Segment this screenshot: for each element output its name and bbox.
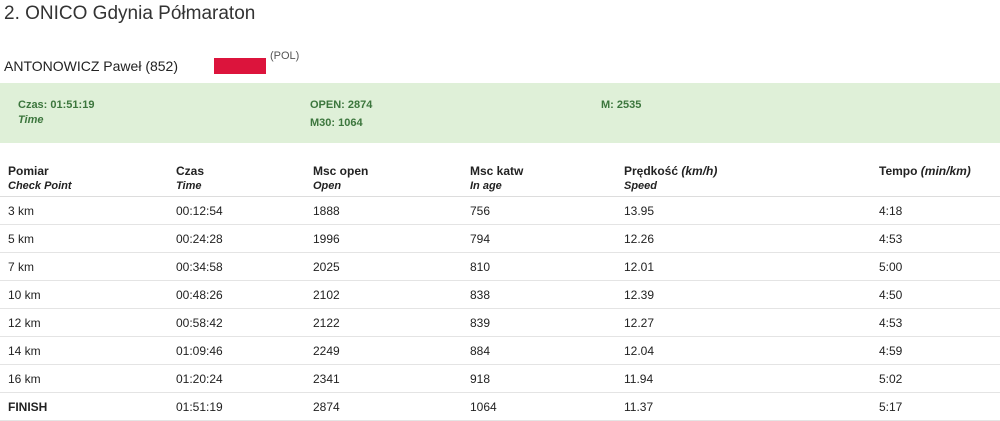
cell-time: 00:24:28	[168, 224, 305, 253]
summary-time-sub: Time	[18, 114, 44, 126]
cell-pace: 4:18	[871, 196, 1000, 225]
header-pace: Tempo (min/km)	[871, 162, 1000, 197]
cell-checkpoint: 7 km	[0, 252, 168, 281]
cell-speed: 12.26	[616, 224, 871, 253]
cell-checkpoint: 3 km	[0, 196, 168, 225]
cell-pace: 4:50	[871, 280, 1000, 309]
table-row: 5 km 00:24:28 1996 794 12.26 4:53	[0, 224, 1000, 253]
cell-pace: 4:53	[871, 224, 1000, 253]
table-row: 12 km 00:58:42 2122 839 12.27 4:53	[0, 308, 1000, 337]
cell-age-place: 918	[462, 364, 616, 393]
table-header-row: Pomiar Check Point Czas Time Msc open Open …	[0, 162, 1000, 197]
cell-pace: 4:53	[871, 308, 1000, 337]
athlete-name: ANTONOWICZ Paweł (852)	[4, 58, 178, 74]
cell-age-place: 884	[462, 336, 616, 365]
cell-pace: 5:17	[871, 392, 1000, 421]
table-row: 16 km 01:20:24 2341 918 11.94 5:02	[0, 364, 1000, 393]
cell-speed: 12.27	[616, 308, 871, 337]
cell-checkpoint: 5 km	[0, 224, 168, 253]
cell-speed: 11.94	[616, 364, 871, 393]
header-checkpoint: Pomiar Check Point	[0, 162, 168, 197]
cell-checkpoint: 10 km	[0, 280, 168, 309]
table-row: 10 km 00:48:26 2102 838 12.39 4:50	[0, 280, 1000, 309]
cell-age-place: 810	[462, 252, 616, 281]
country-flag	[214, 58, 266, 74]
cell-open-place: 1888	[305, 196, 462, 225]
summary-m30: M30: 1064	[310, 117, 363, 129]
header-age-place: Msc katw In age	[462, 162, 616, 197]
cell-speed: 13.95	[616, 196, 871, 225]
header-time: Czas Time	[168, 162, 305, 197]
header-speed: Prędkość (km/h) Speed	[616, 162, 871, 197]
cell-time: 00:58:42	[168, 308, 305, 337]
cell-pace: 4:59	[871, 336, 1000, 365]
cell-age-place: 838	[462, 280, 616, 309]
cell-time: 01:20:24	[168, 364, 305, 393]
split-times-table: Pomiar Check Point Czas Time Msc open Open …	[0, 162, 1000, 421]
summary-m: M: 2535	[601, 99, 642, 111]
cell-checkpoint: 14 km	[0, 336, 168, 365]
cell-speed: 12.04	[616, 336, 871, 365]
summary-time: Czas: 01:51:19	[18, 99, 95, 111]
table-row: 14 km 01:09:46 2249 884 12.04 4:59	[0, 336, 1000, 365]
cell-time: 01:09:46	[168, 336, 305, 365]
cell-checkpoint: 16 km	[0, 364, 168, 393]
cell-time: 00:34:58	[168, 252, 305, 281]
cell-open-place: 1996	[305, 224, 462, 253]
summary-open: OPEN: 2874	[310, 99, 373, 111]
cell-time: 00:12:54	[168, 196, 305, 225]
cell-checkpoint: FINISH	[0, 392, 168, 421]
table-row: 3 km 00:12:54 1888 756 13.95 4:18	[0, 196, 1000, 225]
cell-open-place: 2122	[305, 308, 462, 337]
cell-open-place: 2341	[305, 364, 462, 393]
cell-age-place: 756	[462, 196, 616, 225]
table-row: FINISH 01:51:19 2874 1064 11.37 5:17	[0, 392, 1000, 421]
table-row: 7 km 00:34:58 2025 810 12.01 5:00	[0, 252, 1000, 281]
header-open-place: Msc open Open	[305, 162, 462, 197]
cell-age-place: 1064	[462, 392, 616, 421]
athlete-country: (POL)	[270, 50, 300, 62]
result-summary: Czas: 01:51:19 Time OPEN: 2874 M30: 1064…	[0, 83, 1000, 143]
cell-age-place: 839	[462, 308, 616, 337]
cell-pace: 5:00	[871, 252, 1000, 281]
table-body: 3 km 00:12:54 1888 756 13.95 4:18 5 km 00:24:28…	[0, 196, 1000, 421]
cell-open-place: 2025	[305, 252, 462, 281]
cell-age-place: 794	[462, 224, 616, 253]
cell-open-place: 2249	[305, 336, 462, 365]
cell-checkpoint: 12 km	[0, 308, 168, 337]
cell-pace: 5:02	[871, 364, 1000, 393]
cell-time: 01:51:19	[168, 392, 305, 421]
cell-open-place: 2102	[305, 280, 462, 309]
page-title: 2. ONICO Gdynia Półmaraton	[4, 3, 256, 24]
cell-time: 00:48:26	[168, 280, 305, 309]
cell-speed: 12.01	[616, 252, 871, 281]
cell-speed: 12.39	[616, 280, 871, 309]
cell-speed: 11.37	[616, 392, 871, 421]
cell-open-place: 2874	[305, 392, 462, 421]
